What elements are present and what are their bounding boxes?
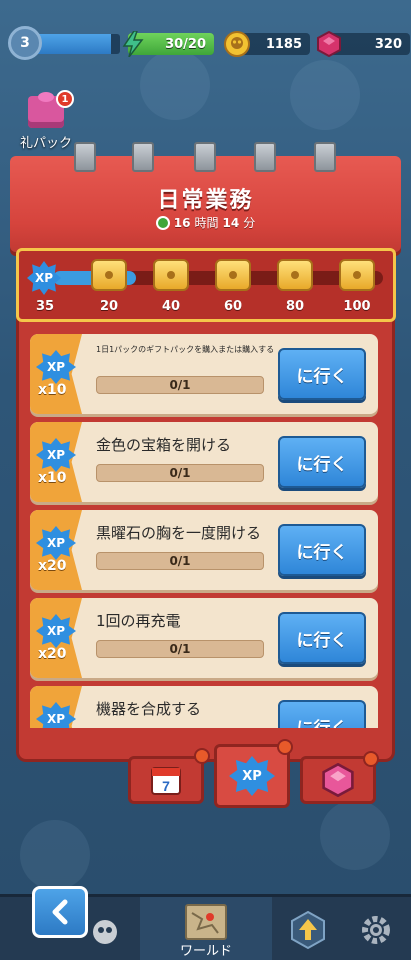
task-card: XP x20 1回の再充電 0/1 に行く [30,598,378,678]
board-clip [74,142,96,172]
calendar-day: 7 [162,778,170,794]
milestone-value: 20 [99,299,119,314]
gem-tab-icon [322,763,354,797]
nav-upgrade[interactable] [276,897,340,960]
milestone-chest[interactable] [277,259,313,291]
energy-counter[interactable]: 30/20 [122,31,214,57]
nav-settings[interactable] [344,897,408,960]
task-title: 1日1パックのギフトパックを購入または購入する [96,345,275,354]
task-go-button[interactable]: に行く [278,524,366,576]
xp-tab-icon: XP [229,756,275,796]
upgrade-arrow-icon [291,910,325,950]
task-go-button[interactable]: に行く [278,700,366,728]
gem-icon [314,29,344,59]
tab-xp[interactable]: XP [214,739,293,808]
task-title: 1回の再充電 [96,612,181,630]
task-card: XP x10 1日1パックのギフトパックを購入または購入する 0/1 に行く [30,334,378,414]
xp-progress-bar [30,34,120,54]
energy-value: 30/20 [165,36,206,52]
timer-minutes: 14 [222,215,240,230]
task-go-button[interactable]: に行く [278,612,366,664]
milestone-value: 60 [223,299,243,314]
gift-notification-badge: 1 [56,90,74,108]
task-reward-multiplier: x20 [38,646,67,662]
tab-gems[interactable] [300,751,379,804]
tab-gems-notification-dot [363,751,379,767]
milestone-chest[interactable] [153,259,189,291]
task-list[interactable]: XP x10 1日1パックのギフトパックを購入または購入する 0/1 に行く XP x10 金… [30,334,378,728]
nav-world[interactable]: ワールド [140,897,272,960]
task-reward-multiplier: x10 [38,382,67,398]
gems-value: 320 [374,36,402,52]
milestone-chest[interactable] [339,259,375,291]
gift-bow-icon [38,92,54,102]
current-xp-value: 35 [35,299,55,314]
xp-progress-fill [30,34,111,54]
milestone-value: 100 [343,299,371,314]
board-tabs: 7 XP [128,739,379,808]
timer-hours-unit: 時間 [194,216,219,230]
timer-minutes-unit: 分 [243,216,256,230]
nav-world-label: ワールド [179,944,232,959]
gear-icon [362,916,390,944]
board-clip [314,142,336,172]
milestone-value: 40 [161,299,181,314]
shop-icon [93,920,117,944]
task-title: 黒曜石の胸を一度開ける [96,524,262,542]
level-badge[interactable]: 3 [8,26,42,60]
task-progress-bar: 0/1 [96,552,264,570]
milestone-chest[interactable] [91,259,127,291]
clock-icon [155,215,170,230]
task-title: 金色の宝箱を開ける [96,436,232,454]
calendar-icon: 7 [151,767,181,795]
gems-counter[interactable]: 320 [317,31,410,57]
world-map-icon [185,904,227,940]
board-clip [132,142,154,172]
board-title: 日常業務 [157,188,254,213]
reset-timer: 16 時間 14 分 [10,214,401,231]
task-reward-multiplier: x10 [38,470,67,486]
task-card: XP x20 黒曜石の胸を一度開ける 0/1 に行く [30,510,378,590]
task-progress-text: 0/1 [169,554,191,568]
task-progress-bar: 0/1 [96,464,264,482]
task-go-button[interactable]: に行く [278,348,366,400]
milestone-value: 80 [285,299,305,314]
coins-value: 1185 [265,36,302,52]
task-go-button[interactable]: に行く [278,436,366,488]
coins-counter[interactable]: 1185 [224,31,310,57]
back-button[interactable] [32,886,88,938]
task-progress-bar: 0/1 [96,640,264,658]
tab-calendar[interactable]: 7 [128,756,204,804]
chevron-left-icon [52,899,68,925]
top-bar: 3 30/20 1185 320 [6,26,410,60]
board-clip [194,142,216,172]
task-progress-text: 0/1 [169,642,191,656]
board-clip [254,142,276,172]
skull-coin-icon [222,29,252,59]
task-card: XP x10 金色の宝箱を開ける 0/1 に行く [30,422,378,502]
xp-star-icon: XP [27,261,61,295]
energy-bolt-icon [118,29,148,59]
tab-xp-notification-dot [277,739,293,755]
timer-hours: 16 [173,215,191,230]
task-progress-text: 0/1 [169,466,191,480]
tab-calendar-notification-dot [194,748,210,764]
xp-milestone-track: XP 35 20 40 60 80 100 [16,248,396,322]
milestone-chest[interactable] [215,259,251,291]
task-progress-bar: 0/1 [96,376,264,394]
task-progress-text: 0/1 [169,378,191,392]
task-reward-multiplier: x20 [38,558,67,574]
task-title: 機器を合成する [96,700,202,718]
task-card: XPx10機器を合成する0/1に行く [30,686,378,728]
